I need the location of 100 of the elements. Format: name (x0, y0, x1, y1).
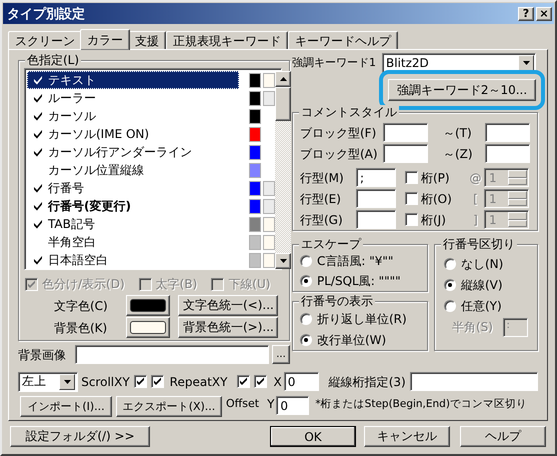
tab[interactable]: 正規表現キーワード (166, 31, 288, 50)
tab[interactable]: スクリーン (8, 31, 82, 50)
offset-y-field[interactable]: 0 (276, 396, 310, 415)
radio-label: PL/SQL風: """" (317, 273, 401, 289)
scrollbar-thumb[interactable] (275, 87, 291, 121)
list-item[interactable]: テキスト (27, 71, 239, 89)
field-label: ブロック型(A) (300, 146, 379, 162)
field-label: 縦線桁指定(3) (328, 374, 407, 390)
checkbox-label: 下線(U) (228, 276, 270, 292)
checkbox[interactable] (405, 213, 418, 226)
position-dropdown[interactable]: 左上 (18, 372, 78, 392)
import-button[interactable]: インポート(I)... (20, 396, 112, 417)
apply-button[interactable]: 背景色統一(>)... (178, 317, 278, 338)
text-field[interactable] (356, 189, 396, 208)
group-title: 行番号区切り (441, 237, 517, 251)
field-label: 強調キーワード1 (292, 55, 377, 71)
down-arrow-icon (64, 380, 71, 384)
hint-text: *桁またはStep(Begin,End)でコンマ区切り (315, 397, 527, 412)
spin-field: 1 (484, 210, 529, 229)
scrollbar[interactable] (275, 71, 291, 269)
checkbox[interactable] (237, 375, 250, 388)
group-title: エスケープ (299, 237, 363, 251)
tab[interactable]: 支援 (128, 31, 166, 50)
list-item[interactable]: カーソル(IME ON) (27, 125, 239, 143)
field-label: ～(T) (443, 124, 473, 140)
radio-label: 改行単位(W) (317, 332, 386, 348)
text-field[interactable] (485, 144, 530, 163)
list-item[interactable]: カーソル位置縦線 (27, 161, 239, 179)
tab[interactable]: キーワードヘルプ (288, 31, 398, 50)
radio-button[interactable] (300, 334, 312, 346)
spin-field: 1 (484, 168, 529, 187)
checkbox[interactable] (254, 375, 268, 388)
checkbox-label: 太字(B) (156, 276, 198, 292)
text-field[interactable] (383, 123, 428, 142)
text-field: : (502, 318, 528, 336)
keyword-button[interactable]: 強調キーワード2～10... (388, 79, 536, 101)
tab[interactable]: カラー (80, 29, 130, 50)
down-arrow-icon (280, 259, 286, 263)
checkbox[interactable] (134, 375, 147, 388)
checkbox[interactable] (405, 192, 418, 205)
field-label: Offset (226, 396, 260, 412)
field-label: 行型(E) (300, 190, 342, 206)
list-item[interactable]: 日本語空白 (27, 251, 239, 269)
field-label: ブロック型(F) (300, 124, 378, 140)
text-field[interactable] (485, 123, 530, 142)
checkbox-label: RepeatXY (170, 374, 228, 390)
list-item[interactable]: 行番号(変更行) (27, 197, 239, 215)
radio-button[interactable] (300, 313, 312, 326)
radio-button[interactable] (300, 255, 312, 267)
close-button[interactable]: × (536, 6, 552, 20)
text-field[interactable] (383, 144, 428, 163)
checkbox[interactable] (150, 375, 164, 388)
field-label: 背景画像 (18, 346, 67, 362)
color-button[interactable] (126, 317, 170, 338)
field-label: 半角(S) (451, 319, 494, 335)
checkbox-label: ScrollXY (81, 374, 130, 390)
checkbox-label: 桁(O) (421, 190, 453, 206)
field-label: 行型(M) (300, 170, 345, 186)
radio-button[interactable] (300, 275, 312, 287)
field-label: X (273, 374, 282, 390)
list-item[interactable]: 行番号 (27, 179, 239, 197)
radio-button[interactable] (444, 258, 456, 270)
cancel-button[interactable]: キャンセル (364, 426, 450, 447)
checkbox-label: 桁(P) (421, 170, 451, 186)
field-label: ] (472, 212, 479, 228)
export-button[interactable]: エクスポート(X)... (116, 396, 222, 417)
text-field[interactable] (75, 345, 269, 364)
field-label: [ (472, 190, 479, 206)
checkbox-label: 桁(J) (421, 212, 447, 228)
field-label: 背景色(K) (54, 320, 108, 336)
radio-label: 任意(Y) (461, 298, 502, 314)
help-button[interactable]: ? (518, 6, 534, 20)
radio-button[interactable] (444, 300, 456, 312)
list-item[interactable]: カーソル (27, 107, 239, 125)
down-arrow-icon (522, 61, 530, 65)
ok-button[interactable]: OK (270, 426, 356, 447)
help-button[interactable]: ヘルプ (460, 426, 546, 447)
up-arrow-icon (280, 77, 286, 81)
list-item[interactable]: カーソル行アンダーライン (27, 143, 239, 161)
text-field[interactable]: ; (356, 168, 396, 187)
list-item[interactable]: TAB記号 (27, 215, 239, 233)
list-item[interactable]: ルーラー (27, 89, 239, 107)
list-item[interactable]: 半角空白 (27, 233, 239, 251)
radio-label: C言語風: "¥"" (317, 253, 394, 269)
folder-button[interactable]: 設定フォルダ(/) >> (10, 426, 150, 447)
offset-x-field[interactable]: 0 (284, 372, 319, 391)
text-field[interactable] (356, 210, 396, 229)
checkbox[interactable] (405, 171, 418, 184)
radio-label: 縦線(V) (461, 276, 503, 292)
group-title: 色指定(L) (25, 53, 82, 67)
browse-button[interactable]: ... (272, 345, 290, 364)
field-label: Y (267, 396, 274, 412)
color-button[interactable] (126, 295, 170, 316)
apply-button[interactable]: 文字色統一(<)... (178, 295, 278, 316)
text-field[interactable] (410, 372, 538, 391)
checkbox-label: 色分け/表示(D) (42, 276, 125, 292)
window-title: タイプ別設定 (7, 6, 86, 22)
group-title: 行番号の表示 (299, 294, 375, 308)
radio-button[interactable] (444, 278, 456, 290)
spin-field: 1 (484, 189, 529, 208)
